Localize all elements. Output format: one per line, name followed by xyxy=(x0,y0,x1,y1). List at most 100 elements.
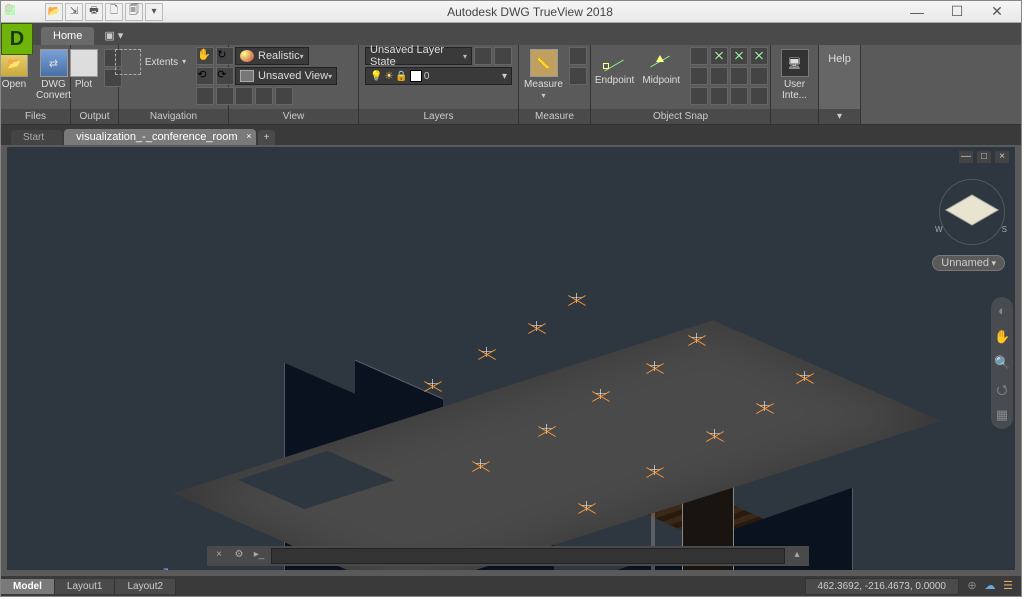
light-marker xyxy=(687,331,707,351)
osnap-settings-icon[interactable] xyxy=(750,87,768,105)
printer-icon: 🖶 xyxy=(70,49,98,77)
help-button[interactable]: Help xyxy=(828,53,851,65)
panel-layers: Unsaved Layer State▾ 💡 ☀ 🔒 0 ▾ Layers xyxy=(359,45,519,124)
nav-wheel-icon[interactable]: ◐ xyxy=(994,303,1010,319)
osnap-intersection-icon[interactable] xyxy=(710,47,728,65)
panel-title-help[interactable]: ▾ xyxy=(819,109,860,124)
window-minimize-button[interactable]: — xyxy=(897,2,937,22)
pan-icon[interactable]: ✋ xyxy=(196,47,214,65)
layout-tab-layout1[interactable]: Layout1 xyxy=(55,579,116,594)
osnap-tangent-icon[interactable] xyxy=(710,67,728,85)
doctab-start[interactable]: Start xyxy=(11,130,62,145)
osnap-nearest-icon[interactable] xyxy=(730,87,748,105)
lock-icon: 🔒 xyxy=(395,71,407,82)
viewcube[interactable]: W S xyxy=(947,187,997,237)
nav-orbit-icon[interactable]: ⭯ xyxy=(994,381,1010,397)
ucs-name-dropdown[interactable]: Unnamed ▾ xyxy=(932,255,1005,271)
panel-measure: 📏 Measure▾ Measure xyxy=(519,45,591,124)
panel-help: Help ▾ xyxy=(819,45,861,124)
app-menu-logo[interactable]: D xyxy=(1,23,33,55)
osnap-center-icon[interactable] xyxy=(690,47,708,65)
layer-state-manager-icon[interactable] xyxy=(474,47,492,65)
light-marker xyxy=(755,399,775,419)
cmd-history-icon[interactable]: ▴ xyxy=(789,549,805,563)
current-layer-dropdown[interactable]: 💡 ☀ 🔒 0 ▾ xyxy=(365,67,512,85)
light-marker xyxy=(537,422,557,442)
cmd-customize-icon[interactable]: ⚙ xyxy=(231,549,247,563)
midpoint-button[interactable]: Midpoint xyxy=(640,47,682,88)
qat-dropdown-icon[interactable]: ▾ xyxy=(145,3,163,21)
viewport-close-icon[interactable]: × xyxy=(995,151,1009,163)
titlebar: D 📂 ⇲ 🖶 🗋 🗐 ▾ Autodesk DWG TrueView 2018… xyxy=(1,1,1021,23)
osnap-quadrant-icon[interactable] xyxy=(690,67,708,85)
model-3d xyxy=(207,277,807,576)
measure-sub1-icon[interactable] xyxy=(569,47,587,65)
window-close-button[interactable]: ✕ xyxy=(977,2,1017,22)
view-cube-icon xyxy=(240,70,254,82)
qat-print-icon[interactable]: 🖶 xyxy=(85,3,103,21)
osnap-perpendicular-icon[interactable] xyxy=(690,87,708,105)
command-input[interactable] xyxy=(271,548,785,564)
doctab-new[interactable]: + xyxy=(258,130,276,145)
compass-west: W xyxy=(935,225,943,234)
cursor-coordinates[interactable]: 462.3692, -216.4673, 0.0000 xyxy=(805,578,959,595)
status-icon-tray2[interactable]: ☰ xyxy=(1001,579,1015,593)
plot-button[interactable]: 🖶 Plot xyxy=(68,47,100,92)
osnap-node-icon[interactable] xyxy=(730,67,748,85)
convert-icon: ⇄ xyxy=(40,49,68,77)
layout-tab-layout2[interactable]: Layout2 xyxy=(115,579,176,594)
layout-tab-model[interactable]: Model xyxy=(1,579,55,594)
drawing-canvas[interactable]: — □ × xyxy=(1,145,1021,576)
window-maximize-button[interactable]: ☐ xyxy=(937,2,977,22)
osnap-parallel-icon[interactable] xyxy=(710,87,728,105)
endpoint-button[interactable]: Endpoint xyxy=(593,47,636,88)
extents-button[interactable]: Extents▾ xyxy=(113,47,188,77)
status-icon-customize[interactable]: ⊕ xyxy=(965,579,979,593)
qat-plot-preview-icon[interactable]: 🗋 xyxy=(105,3,123,21)
zoom-prev-icon[interactable]: ⟲ xyxy=(196,67,214,85)
panel-files: 📂 Open ⇄ DWG Convert Files xyxy=(1,45,71,124)
qat-export-icon[interactable]: ⇲ xyxy=(65,3,83,21)
layer-prev-icon[interactable] xyxy=(494,47,512,65)
panel-title-layers: Layers xyxy=(359,109,518,124)
osnap-apparent-icon[interactable] xyxy=(730,47,748,65)
qat-open-icon[interactable]: 📂 xyxy=(45,3,63,21)
nav-zoom-icon[interactable]: 🔍 xyxy=(994,355,1010,371)
nav-pan-icon[interactable]: ✋ xyxy=(994,329,1010,345)
osnap-insert-icon[interactable] xyxy=(750,67,768,85)
layer-state-dropdown[interactable]: Unsaved Layer State▾ xyxy=(365,47,472,65)
user-interface-button[interactable]: 🖥 User Inte... xyxy=(777,47,812,103)
named-view-dropdown[interactable]: Unsaved View▾ xyxy=(235,67,337,85)
osnap-extension-icon[interactable] xyxy=(750,47,768,65)
cmd-close-icon[interactable]: × xyxy=(211,549,227,563)
visual-style-dropdown[interactable]: Realistic▾ xyxy=(235,47,309,65)
measure-sub2-icon[interactable] xyxy=(569,67,587,85)
doctab-active[interactable]: visualization_-_conference_room× xyxy=(64,129,255,145)
nav-sub1-icon[interactable] xyxy=(196,87,214,105)
quick-access-toolbar: 📂 ⇲ 🖶 🗋 🗐 ▾ xyxy=(45,3,163,21)
measure-button[interactable]: 📏 Measure▾ xyxy=(522,47,565,103)
light-marker xyxy=(705,427,725,447)
panel-user-interface: 🖥 User Inte... xyxy=(771,45,819,124)
doctab-close-icon[interactable]: × xyxy=(246,131,251,141)
qat-publish-icon[interactable]: 🗐 xyxy=(125,3,143,21)
document-tabs: Start visualization_-_conference_room× + xyxy=(1,125,1021,145)
layer-color-swatch xyxy=(410,70,422,82)
panel-title-files: Files xyxy=(1,109,70,124)
tab-plugins[interactable]: ▣ ▾ xyxy=(96,26,131,45)
viewport-config-icon[interactable] xyxy=(255,87,273,105)
light-marker xyxy=(591,387,611,407)
view-sub3-icon[interactable] xyxy=(275,87,293,105)
lightbulb-icon: 💡 xyxy=(370,71,382,82)
ruler-icon: 📏 xyxy=(530,49,558,77)
compass-south: S xyxy=(1002,225,1007,234)
viewport-maximize-icon[interactable]: □ xyxy=(977,151,991,163)
nav-showmotion-icon[interactable]: ▦ xyxy=(994,407,1010,423)
status-icon-tray1[interactable]: ☁ xyxy=(983,579,997,593)
panel-title-ui xyxy=(771,109,818,124)
viewport-minimize-icon[interactable]: — xyxy=(959,151,973,163)
view-manager-icon[interactable] xyxy=(235,87,253,105)
ribbon: 📂 Open ⇄ DWG Convert Files 🖶 Plot xyxy=(1,45,1021,125)
tab-home[interactable]: Home xyxy=(41,27,94,45)
panel-title-view: View xyxy=(229,109,358,124)
